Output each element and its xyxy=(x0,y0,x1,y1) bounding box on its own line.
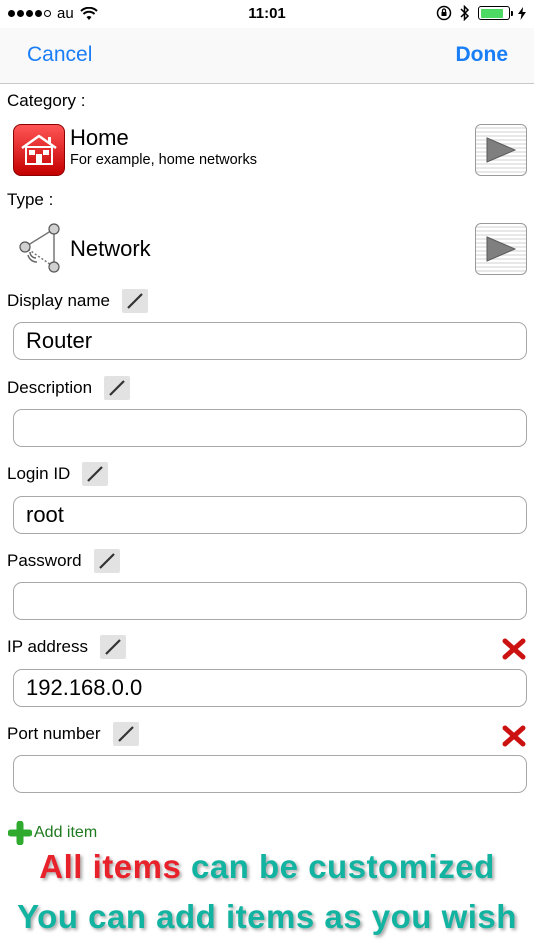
charging-icon xyxy=(518,6,526,20)
battery-icon xyxy=(478,6,513,20)
login-id-label: Login ID xyxy=(7,464,71,483)
type-title: Network xyxy=(70,236,151,261)
login-id-input[interactable]: root xyxy=(13,496,527,534)
display-name-input[interactable]: Router xyxy=(13,322,527,360)
category-select-button[interactable] xyxy=(475,124,527,176)
port-number-row: Port number xyxy=(7,722,139,746)
edit-pencil-icon[interactable] xyxy=(104,376,131,400)
edit-pencil-icon[interactable] xyxy=(122,289,148,313)
type-label: Type : xyxy=(7,190,54,209)
home-icon[interactable] xyxy=(13,124,65,176)
done-button[interactable]: Done xyxy=(456,43,509,67)
description-row: Description xyxy=(7,376,131,400)
banner-line-1-rest: can be customized xyxy=(181,848,495,885)
edit-pencil-icon[interactable] xyxy=(93,549,120,573)
delete-x-icon[interactable] xyxy=(502,724,526,748)
status-bar: au 11:01 xyxy=(0,0,534,28)
play-arrow-icon xyxy=(486,137,517,163)
category-label: Category : xyxy=(7,91,86,110)
password-input[interactable] xyxy=(13,582,527,620)
type-select-button[interactable] xyxy=(475,223,527,275)
add-item-label: Add item xyxy=(34,824,98,841)
port-number-label: Port number xyxy=(7,724,101,743)
delete-x-icon[interactable] xyxy=(502,637,526,661)
ip-address-row: IP address xyxy=(7,635,126,659)
edit-pencil-icon[interactable] xyxy=(82,462,109,486)
battery-level xyxy=(480,8,504,18)
edit-pencil-icon[interactable] xyxy=(99,635,126,659)
plus-icon xyxy=(8,821,32,845)
description-input[interactable] xyxy=(13,409,527,447)
category-subtitle: For example, home networks xyxy=(70,152,257,168)
edit-pencil-icon[interactable] xyxy=(112,722,139,746)
description-label: Description xyxy=(7,378,93,397)
password-label: Password xyxy=(7,551,82,570)
display-name-label: Display name xyxy=(7,291,110,310)
password-row: Password xyxy=(7,549,120,573)
category-title: Home xyxy=(70,125,129,150)
navigation-bar: Cancel Done xyxy=(0,28,534,84)
rotation-lock-icon xyxy=(436,5,452,21)
network-icon[interactable] xyxy=(14,222,66,274)
port-number-input[interactable] xyxy=(13,755,527,793)
cancel-button[interactable]: Cancel xyxy=(27,43,92,67)
add-item-button[interactable]: Add item xyxy=(8,821,97,845)
banner-line-1: All items can be customized xyxy=(0,848,534,886)
ip-address-label: IP address xyxy=(7,637,88,656)
play-arrow-icon xyxy=(486,236,517,262)
bluetooth-icon xyxy=(460,5,470,21)
status-right xyxy=(436,5,526,21)
banner-line-2: You can add items as you wish xyxy=(17,898,517,935)
display-name-row: Display name xyxy=(7,289,148,313)
login-id-row: Login ID xyxy=(7,462,109,486)
ip-address-input[interactable]: 192.168.0.0 xyxy=(13,669,527,707)
banner-highlight: All items xyxy=(39,848,182,885)
